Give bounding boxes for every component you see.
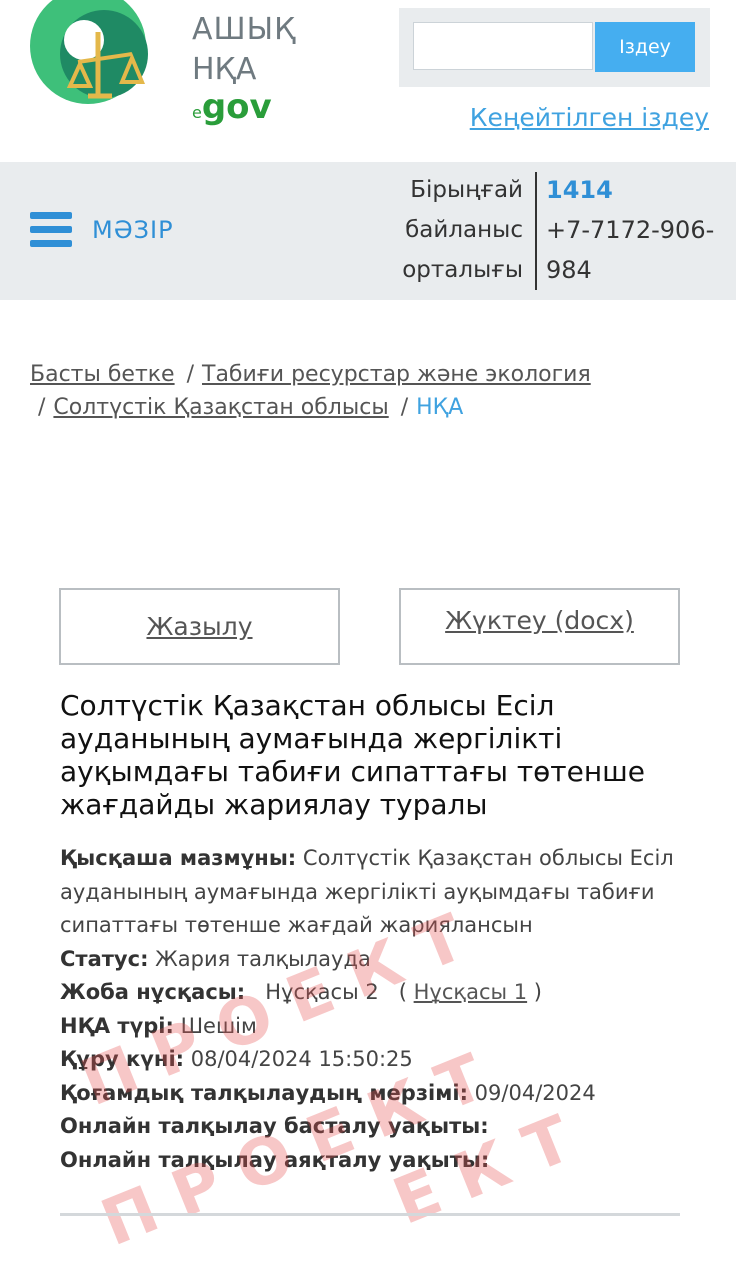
- hamburger-menu-icon[interactable]: [30, 212, 72, 248]
- search-button[interactable]: Іздеу: [595, 22, 695, 72]
- public-discussion-label: Қоғамдық талқылаудың мерзімі:: [60, 1080, 468, 1105]
- created-label: Құру күні:: [60, 1047, 185, 1071]
- summary-label: Қысқаша мазмұны:: [60, 846, 297, 870]
- contact-center-label: Бірыңғай байланыс орталығы: [402, 170, 523, 290]
- public-discussion-row: Қоғамдық талқылаудың мерзімі: 09/04/2024: [60, 1077, 700, 1111]
- status-value: Жария талқылауда: [155, 946, 371, 971]
- version-value: Нұсқасы 2: [265, 980, 379, 1004]
- breadcrumb-current: НҚА: [416, 395, 464, 420]
- status-row: Статус: Жария талқылауда: [60, 943, 700, 977]
- breadcrumb-nature-ecology[interactable]: Табиғи ресурстар және экология: [202, 362, 591, 387]
- type-row: НҚА түрі: Шешім: [60, 1010, 700, 1044]
- advanced-search-link[interactable]: Кеңейтілген іздеу: [470, 103, 709, 132]
- logo-text-line1: АШЫҚ: [192, 12, 297, 47]
- document-title: Солтүстік Қазақстан облысы Есіл ауданыны…: [60, 689, 645, 821]
- subscribe-button[interactable]: Жазылу: [59, 588, 340, 665]
- logo-text-gov: gov: [201, 87, 272, 127]
- site-logo[interactable]: АШЫҚ НҚА egov: [30, 0, 330, 127]
- type-value: Шешім: [180, 1013, 257, 1038]
- summary-row: Қысқаша мазмұны: Солтүстік Қазақстан обл…: [60, 842, 700, 943]
- public-discussion-value: 09/04/2024: [474, 1080, 596, 1105]
- status-label: Статус:: [60, 946, 149, 971]
- download-docx-button[interactable]: Жүктеу (docx): [399, 588, 680, 665]
- breadcrumb: Басты бетке / Табиғи ресурстар және эколог…: [30, 358, 710, 424]
- breadcrumb-separator: /: [400, 395, 409, 420]
- type-label: НҚА түрі:: [60, 1013, 174, 1038]
- online-start-label: Онлайн талқылау басталу уақыты:: [60, 1114, 489, 1138]
- logo-small-e-icon: e: [192, 103, 202, 122]
- menu-button[interactable]: МӘЗІР: [92, 216, 174, 244]
- version-label: Жоба нұсқасы:: [60, 980, 246, 1004]
- version-row: Жоба нұсқасы: Нұсқасы 2 ( Нұсқасы 1 ): [60, 976, 700, 1010]
- created-row: Құру күні: 08/04/2024 15:50:25: [60, 1043, 700, 1077]
- contact-label-line: орталығы: [402, 257, 523, 283]
- breadcrumb-home[interactable]: Басты бетке: [30, 362, 175, 387]
- prev-version-open: (: [398, 980, 407, 1004]
- breadcrumb-separator: /: [38, 395, 46, 420]
- logo-text-npa: НҚА: [192, 52, 257, 87]
- online-end-row: Онлайн талқылау аяқталу уақыты:: [60, 1144, 700, 1178]
- created-value: 08/04/2024 15:50:25: [190, 1047, 413, 1071]
- phone-number[interactable]: +7-7172-906-984: [546, 216, 714, 284]
- search-input[interactable]: [413, 22, 593, 70]
- contact-divider: [535, 172, 537, 290]
- contact-label-line: байланыс: [405, 217, 523, 243]
- online-end-label: Онлайн талқылау аяқталу уақыты:: [60, 1147, 490, 1172]
- hotline-number[interactable]: 1414: [546, 170, 726, 210]
- contact-label-line: Бірыңғай: [410, 177, 523, 203]
- online-start-row: Онлайн талқылау басталу уақыты:: [60, 1110, 700, 1144]
- contact-phones: 1414 +7-7172-906-984: [546, 170, 726, 290]
- document-meta: Қысқаша мазмұны: Солтүстік Қазақстан обл…: [60, 842, 700, 1177]
- section-divider: [60, 1213, 680, 1216]
- prev-version-link[interactable]: Нұсқасы 1: [414, 980, 527, 1004]
- site-header: АШЫҚ НҚА egov Іздеу Кеңейтілген іздеу: [0, 0, 736, 162]
- logo-text-line2: НҚА egov: [192, 52, 330, 127]
- breadcrumb-region[interactable]: Солтүстік Қазақстан облысы: [53, 395, 388, 420]
- logo-emblem-icon: [30, 0, 148, 104]
- nav-bar: МӘЗІР Бірыңғай байланыс орталығы 1414 +7…: [0, 162, 736, 300]
- breadcrumb-separator: /: [186, 362, 195, 387]
- search-box: Іздеу: [399, 8, 710, 87]
- prev-version-close: ): [533, 980, 542, 1004]
